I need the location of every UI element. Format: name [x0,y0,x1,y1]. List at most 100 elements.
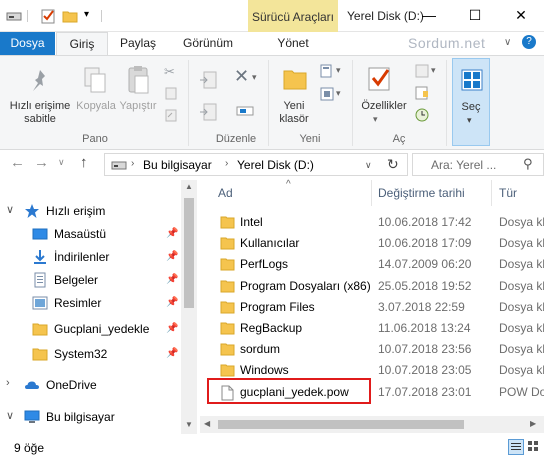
sidebar-item-downloads[interactable]: İndirilenler 📌 [0,246,180,268]
breadcrumb-chevron-icon[interactable]: › [225,158,228,169]
rename-icon[interactable] [236,102,254,123]
column-divider[interactable] [491,180,492,206]
sidebar-item-pictures[interactable]: Resimler 📌 [0,292,180,314]
open-icon[interactable] [414,63,430,82]
tab-paylas[interactable]: Paylaş [112,32,164,55]
ribbon-separator [352,60,353,146]
large-icons-view-icon[interactable] [526,439,542,455]
copy-to-icon[interactable] [198,102,218,127]
pin-icon[interactable]: 📌 [166,348,178,359]
new-folder-quick-icon[interactable] [62,8,78,24]
scroll-up-icon[interactable]: ▲ [185,182,193,191]
file-type: Dosya kl [499,236,544,251]
pin-icon[interactable]: 📌 [166,323,178,334]
forward-arrow-icon[interactable]: → [34,154,49,171]
up-arrow-icon[interactable]: ↑ [80,154,88,171]
address-bar[interactable]: › Bu bilgisayar › Yerel Disk (D:) ∨ ↻ [104,153,408,176]
sidebar-item-this-pc[interactable]: ∨ Bu bilgisayar [0,406,180,428]
back-arrow-icon[interactable]: ← [10,154,25,171]
sidebar-item-desktop[interactable]: Masaüstü 📌 [0,223,180,245]
move-to-icon[interactable] [198,70,218,95]
edit-icon[interactable] [414,85,430,104]
history-icon[interactable] [414,107,430,126]
chevron-down-icon[interactable]: ▾ [431,65,436,76]
scroll-down-icon[interactable]: ▼ [185,420,193,429]
maximize-button[interactable]: ☐ [452,0,498,30]
scrollbar-thumb[interactable] [184,198,194,308]
chevron-down-icon[interactable]: ∨ [6,203,14,216]
sidebar-scrollbar[interactable]: ▲ ▼ [181,180,197,434]
file-row[interactable]: PerfLogs 14.07.2009 06:20 Dosya kl [200,254,544,275]
file-name: Kullanıcılar [240,236,300,251]
file-row[interactable]: Kullanıcılar 10.06.2018 17:09 Dosya kl [200,233,544,254]
column-header-name[interactable]: Ad [218,186,233,200]
breadcrumb-this-pc[interactable]: Bu bilgisayar [143,158,212,172]
file-type: POW Dos [499,384,544,399]
column-divider[interactable] [371,180,372,206]
new-folder-button[interactable]: Yeni klasör [272,100,316,126]
column-header-type[interactable]: Tür [499,186,517,200]
horizontal-scrollbar[interactable]: ◀ ▶ [200,416,544,433]
sidebar-item-label: Bu bilgisayar [46,410,115,424]
details-view-icon[interactable] [508,439,524,455]
select-grid-icon [461,69,483,94]
file-date: 14.07.2009 06:20 [378,257,472,272]
chevron-down-icon[interactable]: ∨ [504,37,511,48]
sidebar-item-gucplani-yedekle[interactable]: Gucplani_yedekle 📌 [0,318,180,340]
pin-quick-access-button[interactable]: Hızlı erişime sabitle [4,100,76,126]
scrollbar-thumb[interactable] [218,420,464,429]
ribbon-tabs: Dosya Giriş Paylaş Görünüm Yönet Sordum.… [0,32,544,55]
properties-quick-icon[interactable] [40,8,56,24]
file-row[interactable]: Intel 10.06.2018 17:42 Dosya kl [200,212,544,233]
chevron-down-icon[interactable]: ▾ [373,114,378,125]
paste-icon [127,64,151,99]
pin-icon[interactable]: 📌 [166,297,178,308]
sidebar-item-onedrive[interactable]: › OneDrive [0,374,180,396]
recent-locations-chevron-icon[interactable]: ∨ [58,157,65,168]
pin-icon[interactable]: 📌 [166,251,178,262]
file-list: ^ Ad Değiştirme tarihi Tür Intel 10.06.20… [200,179,544,410]
refresh-icon[interactable]: ↻ [387,156,399,173]
breadcrumb-drive[interactable]: Yerel Disk (D:) [237,158,314,172]
minimize-button[interactable]: — [406,0,452,30]
file-row[interactable]: RegBackup 11.06.2018 13:24 Dosya kl [200,318,544,339]
chevron-down-icon[interactable]: ∨ [6,409,14,422]
select-button[interactable]: Seç ▾ [452,58,490,146]
chevron-down-icon[interactable]: ▾ [252,72,257,83]
file-row[interactable]: Program Files 3.07.2018 22:59 Dosya kl [200,297,544,318]
paste-button[interactable]: Yapıştır [116,100,160,113]
tab-gorunum[interactable]: Görünüm [172,32,244,55]
sidebar-item-documents[interactable]: Belgeler 📌 [0,269,180,291]
file-row[interactable]: sordum 10.07.2018 23:56 Dosya kl [200,339,544,360]
tab-giris[interactable]: Giriş [56,32,108,55]
file-name: sordum [240,342,281,357]
group-label-duzenle: Düzenle [215,133,257,145]
scroll-right-icon[interactable]: ▶ [530,419,536,428]
chevron-down-icon[interactable]: ▾ [336,65,341,76]
breadcrumb-chevron-icon[interactable]: › [131,158,134,169]
pin-icon[interactable]: 📌 [166,228,178,239]
close-button[interactable]: ✕ [498,0,544,30]
help-icon[interactable]: ? [522,35,536,49]
cut-icon[interactable]: ✂ [164,64,175,80]
properties-button[interactable]: Özellikler [354,100,414,113]
tab-yonet[interactable]: Yönet [248,32,338,55]
chevron-right-icon[interactable]: › [6,377,10,389]
search-input[interactable]: Ara: Yerel ... ⚲ [412,153,544,176]
file-row[interactable]: Program Dosyaları (x86) 25.05.2018 19:52 D… [200,276,544,297]
folder-icon [32,346,48,362]
chevron-down-icon[interactable]: ▾ [84,9,100,25]
chevron-down-icon[interactable]: ▾ [336,88,341,99]
sidebar-item-system32[interactable]: System32 📌 [0,343,180,365]
pin-icon[interactable]: 📌 [166,274,178,285]
tab-dosya[interactable]: Dosya [0,32,55,55]
copy-path-icon[interactable] [164,86,178,103]
sidebar-item-quick-access[interactable]: ∨ Hızlı erişim [0,200,180,222]
copy-button[interactable]: Kopyala [74,100,118,113]
address-dropdown-icon[interactable]: ∨ [365,160,372,171]
paste-shortcut-icon[interactable] [164,108,178,125]
column-header-date[interactable]: Değiştirme tarihi [378,186,465,200]
scroll-left-icon[interactable]: ◀ [204,419,210,428]
search-placeholder: Ara: Yerel ... [431,158,497,172]
delete-icon[interactable]: ✕ [234,66,249,87]
